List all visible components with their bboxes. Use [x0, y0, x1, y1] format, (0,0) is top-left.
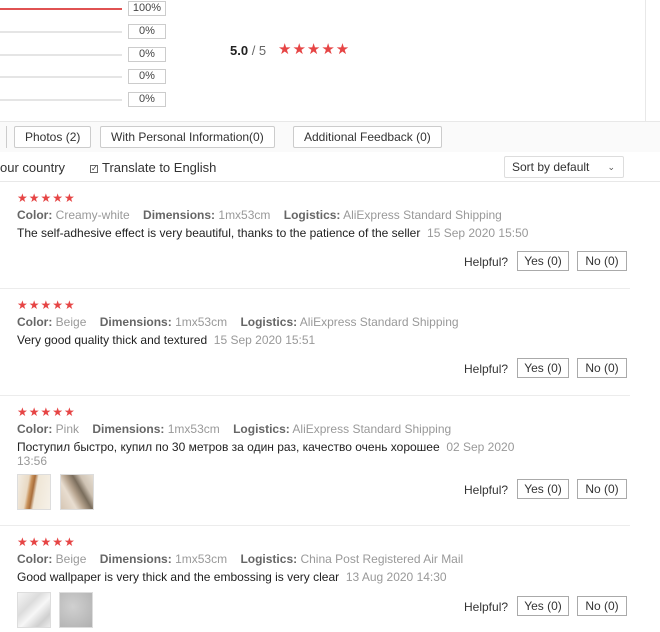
- rating-bar-fill: [0, 8, 122, 10]
- sort-label: Sort by default: [512, 160, 590, 174]
- review-content: Good wallpaper is very thick and the emb…: [17, 570, 577, 584]
- rating-percent: 0%: [128, 24, 166, 39]
- review-content: Поступил быстро, купил по 30 метров за о…: [17, 440, 547, 468]
- rating-row: 0%: [0, 69, 170, 85]
- color-label: Color:: [17, 315, 53, 329]
- helpful-label: Helpful?: [464, 255, 509, 269]
- own-country-filter[interactable]: our country: [0, 160, 65, 175]
- review-content: The self-adhesive effect is very beautif…: [17, 226, 577, 240]
- dimensions-label: Dimensions:: [92, 422, 165, 436]
- review-content: Very good quality thick and textured 15 …: [17, 333, 577, 347]
- review-stars-icon: ★★★★★: [17, 405, 76, 419]
- dimensions-label: Dimensions:: [99, 315, 172, 329]
- helpful-label: Helpful?: [464, 483, 509, 497]
- rating-bar: [0, 8, 122, 10]
- filter-additional-feedback-button[interactable]: Additional Feedback (0): [293, 126, 442, 148]
- review-attributes: Color: Beige Dimensions: 1mx53cm Logisti…: [17, 315, 459, 329]
- logistics-label: Logistics:: [233, 422, 290, 436]
- helpful-yes-button[interactable]: Yes (0): [517, 358, 569, 378]
- review-text: Поступил быстро, купил по 30 метров за о…: [17, 440, 440, 454]
- helpful-yes-button[interactable]: Yes (0): [517, 596, 569, 616]
- review-item: ★★★★★ Color: Creamy-white Dimensions: 1m…: [0, 182, 630, 289]
- color-value: Pink: [55, 422, 80, 436]
- review-attributes: Color: Pink Dimensions: 1mx53cm Logistic…: [17, 422, 451, 436]
- summary-stars-icon: ★★★★★: [278, 41, 351, 58]
- helpful-no-button[interactable]: No (0): [577, 596, 627, 616]
- review-text: Very good quality thick and textured: [17, 333, 208, 347]
- rating-bar: [0, 99, 122, 101]
- rating-bar: [0, 31, 122, 33]
- translate-label: Translate to English: [102, 160, 217, 175]
- translate-checkbox[interactable]: ✓: [90, 165, 98, 173]
- helpful-yes-button[interactable]: Yes (0): [517, 251, 569, 271]
- review-text: The self-adhesive effect is very beautif…: [17, 226, 421, 240]
- color-value: Creamy-white: [55, 208, 130, 222]
- rating-percent: 0%: [128, 92, 166, 107]
- logistics-label: Logistics:: [283, 208, 341, 222]
- review-attributes: Color: Beige Dimensions: 1mx53cm Logisti…: [17, 552, 463, 566]
- helpful-yes-button[interactable]: Yes (0): [517, 479, 569, 499]
- review-stars-icon: ★★★★★: [17, 535, 76, 549]
- helpful-label: Helpful?: [464, 600, 509, 614]
- dimensions-value: 1mx53cm: [167, 422, 220, 436]
- helpful-no-button[interactable]: No (0): [577, 251, 627, 271]
- dimensions-label: Dimensions:: [99, 552, 172, 566]
- divider: [6, 126, 7, 148]
- feedback-filters: Photos (2) With Personal Information(0) …: [0, 122, 660, 152]
- dimensions-value: 1mx53cm: [218, 208, 271, 222]
- rating-percent: 0%: [128, 69, 166, 84]
- color-value: Beige: [55, 315, 87, 329]
- rating-percent: 100%: [128, 1, 166, 16]
- score-max: / 5: [251, 43, 267, 58]
- review-photo[interactable]: [60, 474, 94, 510]
- review-attributes: Color: Creamy-white Dimensions: 1mx53cm …: [17, 208, 502, 222]
- average-score: 5.0 / 5: [230, 43, 266, 58]
- color-label: Color:: [17, 552, 53, 566]
- review-photo[interactable]: [59, 592, 93, 628]
- translate-toggle[interactable]: ✓ Translate to English: [90, 160, 216, 175]
- review-item: ★★★★★ Color: Pink Dimensions: 1mx53cm Lo…: [0, 396, 630, 526]
- rating-summary: 100% 0% 0% 0% 0% 5.0 / 5 ★★★★★: [0, 0, 660, 122]
- filter-photos-button[interactable]: Photos (2): [14, 126, 92, 148]
- helpful-no-button[interactable]: No (0): [577, 358, 627, 378]
- review-text: Good wallpaper is very thick and the emb…: [17, 570, 340, 584]
- logistics-value: China Post Registered Air Mail: [300, 552, 464, 566]
- feedback-options: our country ✓ Translate to English Sort b…: [0, 152, 660, 182]
- sort-select[interactable]: Sort by default ⌄: [504, 156, 624, 178]
- rating-bar: [0, 54, 122, 56]
- helpful-no-button[interactable]: No (0): [577, 479, 627, 499]
- rating-row: 0%: [0, 24, 170, 40]
- review-date: 13 Aug 2020 14:30: [345, 570, 447, 584]
- helpful-label: Helpful?: [464, 362, 509, 376]
- logistics-value: AliExpress Standard Shipping: [292, 422, 452, 436]
- review-date: 15 Sep 2020 15:50: [427, 226, 529, 240]
- rating-row: 0%: [0, 92, 170, 108]
- dimensions-value: 1mx53cm: [175, 552, 228, 566]
- review-date: 15 Sep 2020 15:51: [213, 333, 316, 347]
- score-value: 5.0: [230, 43, 249, 58]
- dimensions-value: 1mx53cm: [175, 315, 228, 329]
- divider: [645, 0, 646, 122]
- color-label: Color:: [17, 422, 53, 436]
- review-photo[interactable]: [17, 474, 51, 510]
- review-item: ★★★★★ Color: Beige Dimensions: 1mx53cm L…: [0, 526, 630, 632]
- review-photo[interactable]: [17, 592, 51, 628]
- rating-row: 100%: [0, 1, 170, 17]
- review-stars-icon: ★★★★★: [17, 298, 76, 312]
- logistics-label: Logistics:: [240, 552, 298, 566]
- chevron-down-icon: ⌄: [607, 162, 615, 172]
- color-label: Color:: [17, 208, 53, 222]
- rating-percent: 0%: [128, 47, 166, 62]
- review-item: ★★★★★ Color: Beige Dimensions: 1mx53cm L…: [0, 289, 630, 396]
- review-stars-icon: ★★★★★: [17, 191, 76, 205]
- rating-row: 0%: [0, 47, 170, 63]
- logistics-label: Logistics:: [240, 315, 298, 329]
- dimensions-label: Dimensions:: [143, 208, 216, 222]
- logistics-value: AliExpress Standard Shipping: [299, 315, 459, 329]
- logistics-value: AliExpress Standard Shipping: [343, 208, 502, 222]
- color-value: Beige: [55, 552, 87, 566]
- rating-bar: [0, 76, 122, 78]
- filter-personal-info-button[interactable]: With Personal Information(0): [100, 126, 275, 148]
